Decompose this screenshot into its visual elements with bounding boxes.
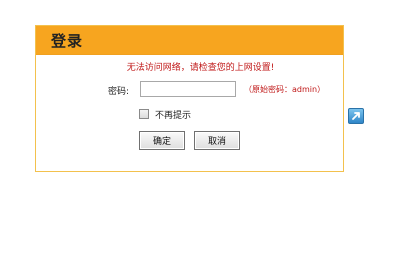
remember-row: 不再提示	[139, 107, 191, 121]
confirm-button[interactable]: 确定	[139, 131, 185, 150]
login-dialog: 登录 无法访问网络，请检查您的上网设置! 密码: （原始密码：admin） 不再…	[35, 25, 344, 172]
password-row: 密码: （原始密码：admin）	[36, 81, 343, 99]
password-input[interactable]	[140, 81, 236, 97]
dont-show-again-label: 不再提示	[155, 110, 192, 121]
button-row: 确定 取消	[139, 131, 240, 150]
dialog-title: 登录	[51, 31, 84, 50]
dont-show-again-checkbox[interactable]	[139, 109, 149, 119]
default-password-hint: （原始密码：admin）	[244, 85, 326, 94]
expand-arrow-icon[interactable]	[348, 108, 364, 124]
network-error-message: 无法访问网络，请检查您的上网设置!	[126, 63, 275, 73]
cancel-button[interactable]: 取消	[194, 131, 240, 150]
dialog-header: 登录	[36, 26, 343, 55]
password-label: 密码:	[108, 87, 130, 97]
